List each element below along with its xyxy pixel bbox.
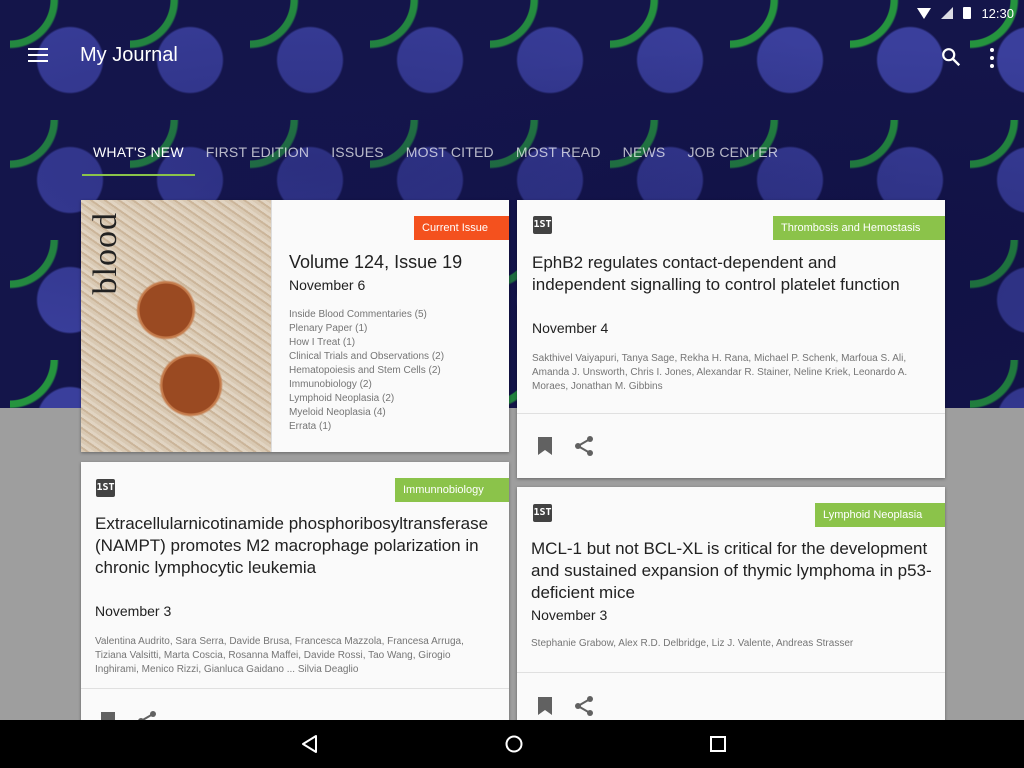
journal-icon: 1ST bbox=[96, 479, 115, 497]
article-card[interactable]: 1ST Thrombosis and Hemostasis EphB2 regu… bbox=[517, 200, 945, 478]
tab-bar: WHAT'S NEW FIRST EDITION ISSUES MOST CIT… bbox=[82, 140, 789, 176]
article-authors: Stephanie Grabow, Alex R.D. Delbridge, L… bbox=[531, 638, 854, 649]
article-card[interactable]: 1ST Immunnobiology Extracellularnicotina… bbox=[81, 462, 509, 742]
signal-icon bbox=[941, 7, 954, 19]
system-nav-bar bbox=[0, 720, 1024, 768]
back-icon[interactable] bbox=[298, 732, 322, 756]
tab-most-read[interactable]: MOST READ bbox=[505, 140, 612, 176]
card-divider bbox=[517, 413, 945, 414]
article-card[interactable]: 1ST Lymphoid Neoplasia MCL-1 but not BCL… bbox=[517, 487, 945, 742]
article-title[interactable]: EphB2 regulates contact-dependent and in… bbox=[532, 252, 932, 296]
toc-item[interactable]: Hematopoiesis and Stem Cells (2) bbox=[289, 364, 444, 378]
app-bar: My Journal bbox=[0, 30, 1024, 86]
tab-job-center[interactable]: JOB CENTER bbox=[676, 140, 789, 176]
share-icon[interactable] bbox=[572, 434, 596, 458]
recents-icon[interactable] bbox=[706, 732, 730, 756]
share-icon[interactable] bbox=[572, 694, 596, 718]
toc-item[interactable]: Clinical Trials and Observations (2) bbox=[289, 350, 444, 364]
toc-item[interactable]: Plenary Paper (1) bbox=[289, 322, 444, 336]
issue-toc: Inside Blood Commentaries (5) Plenary Pa… bbox=[289, 308, 444, 434]
card-divider bbox=[517, 672, 945, 673]
article-title[interactable]: Extracellularnicotinamide phosphoribosyl… bbox=[95, 513, 495, 579]
article-date: November 4 bbox=[532, 320, 609, 336]
article-category-tag: Lymphoid Neoplasia bbox=[815, 503, 945, 527]
issue-cover-image: blood bbox=[81, 200, 272, 452]
toc-item[interactable]: Myeloid Neoplasia (4) bbox=[289, 406, 444, 420]
article-date: November 3 bbox=[531, 607, 608, 623]
article-authors: Sakthivel Vaiyapuri, Tanya Sage, Rekha H… bbox=[532, 353, 908, 392]
toc-item[interactable]: How I Treat (1) bbox=[289, 336, 444, 350]
article-date: November 3 bbox=[95, 603, 172, 619]
issue-title: Volume 124, Issue 19 bbox=[289, 252, 463, 272]
current-issue-tag: Current Issue bbox=[414, 216, 509, 240]
status-bar: 12:30 bbox=[0, 0, 1024, 26]
status-time: 12:30 bbox=[981, 5, 1014, 21]
tab-news[interactable]: NEWS bbox=[612, 140, 677, 176]
app-title: My Journal bbox=[80, 44, 178, 66]
cover-title: blood bbox=[87, 212, 124, 295]
tab-whats-new[interactable]: WHAT'S NEW bbox=[82, 140, 195, 176]
battery-icon bbox=[963, 7, 972, 19]
toc-item[interactable]: Inside Blood Commentaries (5) bbox=[289, 308, 444, 322]
article-title[interactable]: MCL-1 but not BCL-XL is critical for the… bbox=[531, 538, 936, 604]
tab-first-edition[interactable]: FIRST EDITION bbox=[195, 140, 320, 176]
home-icon[interactable] bbox=[502, 732, 526, 756]
article-category-tag: Immunnobiology bbox=[395, 478, 509, 502]
more-vert-icon[interactable] bbox=[984, 48, 1000, 68]
journal-icon: 1ST bbox=[533, 504, 552, 522]
toc-item[interactable]: Immunobiology (2) bbox=[289, 378, 444, 392]
menu-icon[interactable] bbox=[28, 48, 48, 64]
article-category-tag: Thrombosis and Hemostasis bbox=[773, 216, 945, 240]
tab-issues[interactable]: ISSUES bbox=[320, 140, 395, 176]
bookmark-icon[interactable] bbox=[538, 437, 552, 455]
article-authors: Valentina Audrito, Sara Serra, Davide Br… bbox=[95, 636, 464, 675]
card-divider bbox=[81, 688, 509, 689]
journal-icon: 1ST bbox=[533, 216, 552, 234]
bookmark-icon[interactable] bbox=[538, 697, 552, 715]
issue-date: November 6 bbox=[289, 277, 366, 293]
search-icon[interactable] bbox=[940, 46, 962, 68]
toc-item[interactable]: Lymphoid Neoplasia (2) bbox=[289, 392, 444, 406]
toc-item[interactable]: Errata (1) bbox=[289, 420, 444, 434]
tab-most-cited[interactable]: MOST CITED bbox=[395, 140, 505, 176]
current-issue-card[interactable]: blood Current Issue Volume 124, Issue 19… bbox=[81, 200, 509, 452]
wifi-icon bbox=[917, 7, 932, 19]
